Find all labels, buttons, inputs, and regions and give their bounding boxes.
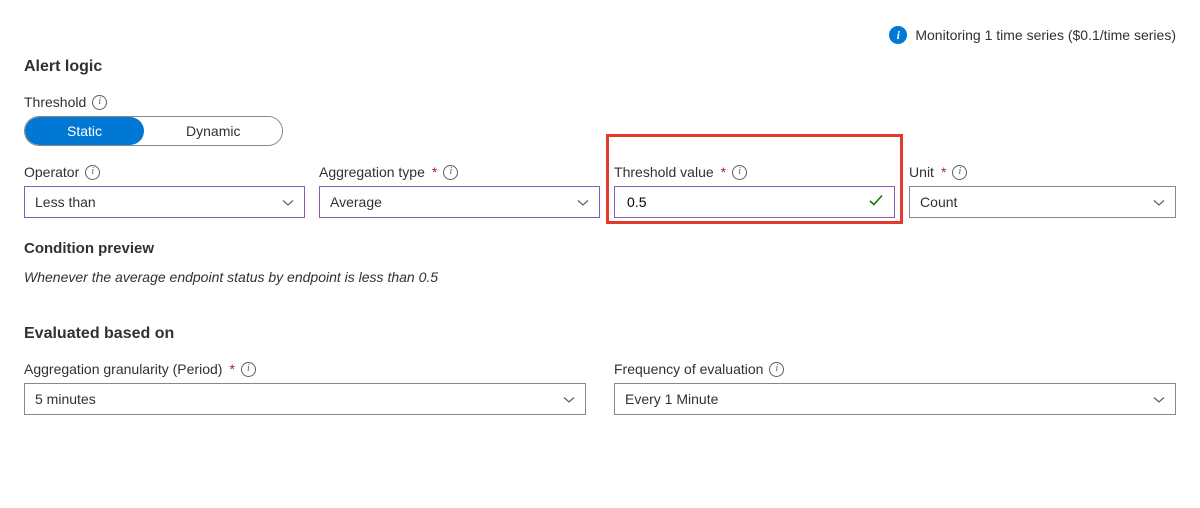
threshold-value-label: Threshold value* i (614, 164, 895, 180)
threshold-label: Threshold i (24, 94, 1176, 110)
unit-select[interactable]: Count (909, 186, 1176, 218)
aggregation-type-label: Aggregation type* i (319, 164, 600, 180)
info-icon[interactable]: i (769, 362, 784, 377)
chevron-down-icon (282, 196, 294, 208)
monitoring-info-text: Monitoring 1 time series ($0.1/time seri… (915, 27, 1176, 43)
info-icon[interactable]: i (732, 165, 747, 180)
aggregation-granularity-value: 5 minutes (35, 391, 96, 407)
aggregation-granularity-select[interactable]: 5 minutes (24, 383, 586, 415)
checkmark-icon (868, 193, 884, 212)
chevron-down-icon (563, 393, 575, 405)
chevron-down-icon (577, 196, 589, 208)
threshold-static-button[interactable]: Static (25, 117, 144, 145)
operator-select[interactable]: Less than (24, 186, 305, 218)
operator-label: Operator i (24, 164, 305, 180)
threshold-dynamic-button[interactable]: Dynamic (144, 117, 282, 145)
info-icon[interactable]: i (85, 165, 100, 180)
monitoring-info: i Monitoring 1 time series ($0.1/time se… (889, 26, 1176, 44)
info-icon[interactable]: i (241, 362, 256, 377)
operator-value: Less than (35, 194, 96, 210)
unit-label: Unit* i (909, 164, 1176, 180)
alert-logic-heading: Alert logic (24, 58, 1176, 76)
info-icon: i (889, 26, 907, 44)
evaluated-based-on-heading: Evaluated based on (24, 325, 1176, 343)
threshold-toggle: Static Dynamic (24, 116, 283, 146)
threshold-value-input-wrapper (614, 186, 895, 218)
threshold-value-input[interactable] (625, 193, 884, 211)
frequency-value: Every 1 Minute (625, 391, 718, 407)
aggregation-type-select[interactable]: Average (319, 186, 600, 218)
aggregation-granularity-label: Aggregation granularity (Period)* i (24, 361, 586, 377)
unit-value: Count (920, 194, 957, 210)
condition-preview-text: Whenever the average endpoint status by … (24, 269, 1176, 285)
condition-preview-heading: Condition preview (24, 240, 1176, 257)
chevron-down-icon (1153, 393, 1165, 405)
aggregation-type-value: Average (330, 194, 382, 210)
info-icon[interactable]: i (92, 95, 107, 110)
info-icon[interactable]: i (952, 165, 967, 180)
chevron-down-icon (1153, 196, 1165, 208)
frequency-select[interactable]: Every 1 Minute (614, 383, 1176, 415)
info-icon[interactable]: i (443, 165, 458, 180)
frequency-label: Frequency of evaluation i (614, 361, 1176, 377)
